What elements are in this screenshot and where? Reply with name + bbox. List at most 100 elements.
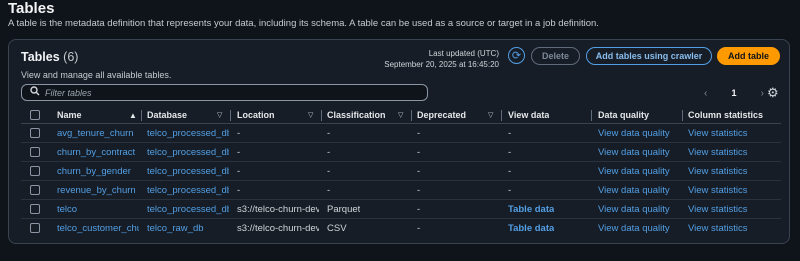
column-divider [141, 110, 142, 121]
database-link[interactable]: telco_processed_db [147, 181, 229, 199]
database-link[interactable]: telco_raw_db [147, 219, 229, 238]
delete-button[interactable]: Delete [531, 47, 580, 65]
view-data-quality-link[interactable]: View data quality [598, 124, 670, 142]
table-row: churn_by_contract telco_processed_db - -… [21, 143, 781, 162]
row-checkbox[interactable] [30, 166, 40, 176]
deprecated-cell: - [417, 127, 421, 139]
database-link[interactable]: telco_processed_db [147, 162, 229, 180]
database-link[interactable]: telco_processed_db [147, 200, 229, 218]
table-name-link[interactable]: avg_tenure_churn [57, 124, 139, 142]
sort-icon[interactable]: ▽ [488, 111, 493, 119]
classification-cell: - [327, 127, 331, 139]
view-data-cell: - [508, 165, 512, 177]
search-icon [30, 86, 40, 99]
view-data-cell: - [508, 146, 512, 158]
table-count: (6) [63, 50, 79, 64]
view-statistics-link[interactable]: View statistics [688, 143, 747, 161]
column-divider [501, 110, 502, 121]
tables-panel: Tables (6) View and manage all available… [8, 39, 790, 244]
table-row: telco_customer_chu telco_raw_db s3://tel… [21, 219, 781, 238]
gear-icon[interactable]: ⚙ [767, 85, 779, 101]
table-row: telco telco_processed_db s3://telco-chur… [21, 200, 781, 219]
pagination: ‹ 1 › [704, 86, 764, 100]
deprecated-cell: - [417, 184, 421, 196]
add-tables-crawler-button[interactable]: Add tables using crawler [586, 47, 712, 65]
table-name-link[interactable]: churn_by_contract [57, 143, 139, 161]
panel-description: View and manage all available tables. [21, 70, 172, 80]
table-row: revenue_by_churn telco_processed_db - - … [21, 181, 781, 200]
view-data-cell: - [508, 127, 512, 139]
page-title: Tables [8, 0, 55, 17]
view-data-quality-link[interactable]: View data quality [598, 181, 670, 199]
table-name-link[interactable]: telco_customer_chu [57, 219, 139, 238]
sort-icon[interactable]: ▽ [217, 111, 222, 119]
sort-icon[interactable]: ▽ [308, 111, 313, 119]
table-header: Name ▲ Database ▽ Location ▽ Classificat… [21, 106, 781, 124]
chevron-right-icon[interactable]: › [761, 88, 764, 99]
row-checkbox[interactable] [30, 185, 40, 195]
view-data-cell: - [508, 184, 512, 196]
row-checkbox[interactable] [30, 223, 40, 233]
last-updated: Last updated (UTC) September 20, 2025 at… [384, 48, 499, 70]
column-header-classification[interactable]: Classification [327, 106, 386, 123]
table-name-link[interactable]: telco [57, 200, 139, 218]
row-checkbox[interactable] [30, 204, 40, 214]
column-divider [591, 110, 592, 121]
sort-ascending-icon[interactable]: ▲ [129, 111, 137, 120]
column-header-database[interactable]: Database [147, 106, 187, 123]
column-header-column-statistics: Column statistics [688, 109, 764, 120]
deprecated-cell: - [417, 203, 421, 215]
view-statistics-link[interactable]: View statistics [688, 162, 747, 180]
database-link[interactable]: telco_processed_db [147, 124, 229, 142]
view-statistics-link[interactable]: View statistics [688, 200, 747, 218]
column-header-view-data: View data [508, 109, 550, 120]
refresh-icon[interactable]: ⟳ [508, 47, 525, 64]
table-data-link[interactable]: Table data [508, 200, 554, 218]
column-divider [682, 110, 683, 121]
column-divider [321, 110, 322, 121]
filter-tables-input[interactable] [45, 87, 415, 98]
view-statistics-link[interactable]: View statistics [688, 124, 747, 142]
location-cell: - [237, 184, 241, 196]
location-cell: s3://telco-churn-dev [237, 203, 319, 215]
deprecated-cell: - [417, 223, 421, 234]
location-cell: - [237, 146, 241, 158]
classification-cell: Parquet [327, 203, 361, 215]
table-data-link[interactable]: Table data [508, 219, 554, 238]
view-statistics-link[interactable]: View statistics [688, 181, 747, 199]
column-header-data-quality: Data quality [598, 109, 650, 120]
classification-cell: - [327, 146, 331, 158]
view-statistics-link[interactable]: View statistics [688, 219, 747, 238]
classification-cell: - [327, 165, 331, 177]
table-name-link[interactable]: churn_by_gender [57, 162, 139, 180]
column-divider [411, 110, 412, 121]
column-header-location[interactable]: Location [237, 106, 275, 123]
view-data-quality-link[interactable]: View data quality [598, 162, 670, 180]
sort-icon[interactable]: ▽ [398, 111, 403, 119]
select-all-checkbox[interactable] [30, 110, 40, 120]
location-cell: - [237, 127, 241, 139]
chevron-left-icon[interactable]: ‹ [704, 88, 707, 99]
column-divider [230, 110, 231, 121]
view-data-quality-link[interactable]: View data quality [598, 200, 670, 218]
column-header-deprecated[interactable]: Deprecated [417, 106, 466, 123]
database-link[interactable]: telco_processed_db [147, 143, 229, 161]
classification-cell: CSV [327, 223, 347, 234]
view-data-quality-link[interactable]: View data quality [598, 143, 670, 161]
table-name-link[interactable]: revenue_by_churn [57, 181, 139, 199]
add-table-button[interactable]: Add table [717, 47, 780, 65]
location-cell: s3://telco-churn-dev [237, 223, 319, 234]
filter-box [21, 84, 428, 101]
view-data-quality-link[interactable]: View data quality [598, 219, 670, 238]
last-updated-label: Last updated (UTC) [428, 49, 499, 58]
column-header-name[interactable]: Name [57, 106, 82, 123]
page-number[interactable]: 1 [731, 88, 736, 98]
panel-title: Tables (6) [21, 50, 78, 64]
panel-title-text: Tables [21, 50, 60, 64]
page-description: A table is the metadata definition that … [8, 18, 599, 29]
last-updated-value: September 20, 2025 at 16:45:20 [384, 60, 499, 69]
row-checkbox[interactable] [30, 147, 40, 157]
row-checkbox[interactable] [30, 128, 40, 138]
table-row: churn_by_gender telco_processed_db - - -… [21, 162, 781, 181]
table-row: avg_tenure_churn telco_processed_db - - … [21, 124, 781, 143]
